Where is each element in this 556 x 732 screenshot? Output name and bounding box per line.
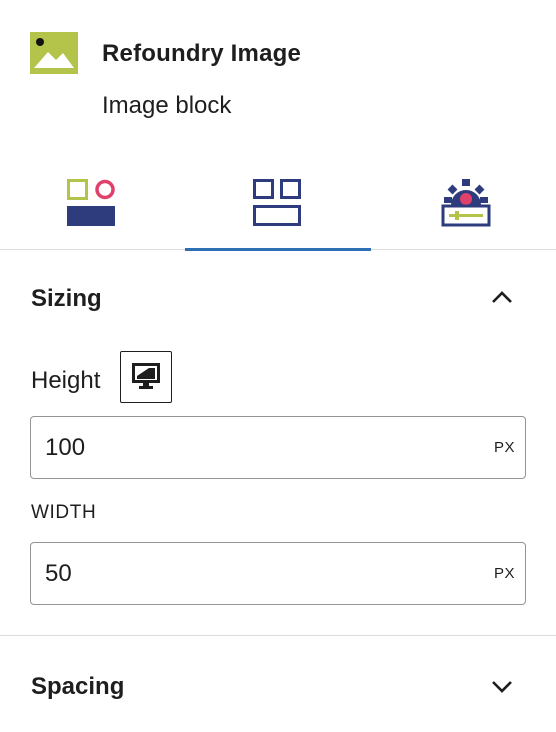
sizing-panel-title: Sizing (31, 285, 102, 312)
block-description: Image block (102, 92, 232, 119)
spacing-panel-title: Spacing (31, 673, 125, 700)
layout-grid-icon (253, 179, 301, 226)
height-unit: PX (493, 439, 515, 456)
style-shapes-icon (67, 179, 115, 226)
height-label: Height (31, 367, 101, 394)
block-card: Refoundry Image Image block (30, 32, 530, 132)
layout-tab[interactable] (185, 160, 371, 251)
spacing-panel-toggle[interactable]: Spacing (0, 637, 556, 732)
style-tab[interactable] (0, 160, 186, 250)
image-landscape-icon (30, 32, 78, 74)
chevron-down-icon (492, 681, 512, 693)
height-field: PX (30, 416, 526, 479)
device-toggle-button[interactable] (120, 351, 172, 403)
block-title: Refoundry Image (102, 40, 302, 67)
width-input[interactable] (45, 557, 465, 591)
height-input[interactable] (45, 431, 465, 465)
desktop-icon (132, 363, 160, 389)
gear-settings-icon (441, 179, 491, 227)
chevron-up-icon (492, 291, 512, 303)
width-field: PX (30, 542, 526, 605)
advanced-tab[interactable] (371, 160, 556, 250)
width-label: WIDTH (31, 502, 97, 523)
width-unit: PX (493, 565, 515, 582)
sizing-panel-toggle[interactable]: Sizing (0, 251, 556, 343)
inspector-tabs (0, 160, 556, 251)
sizing-panel: Sizing Height PX WIDTH PX (0, 251, 556, 636)
